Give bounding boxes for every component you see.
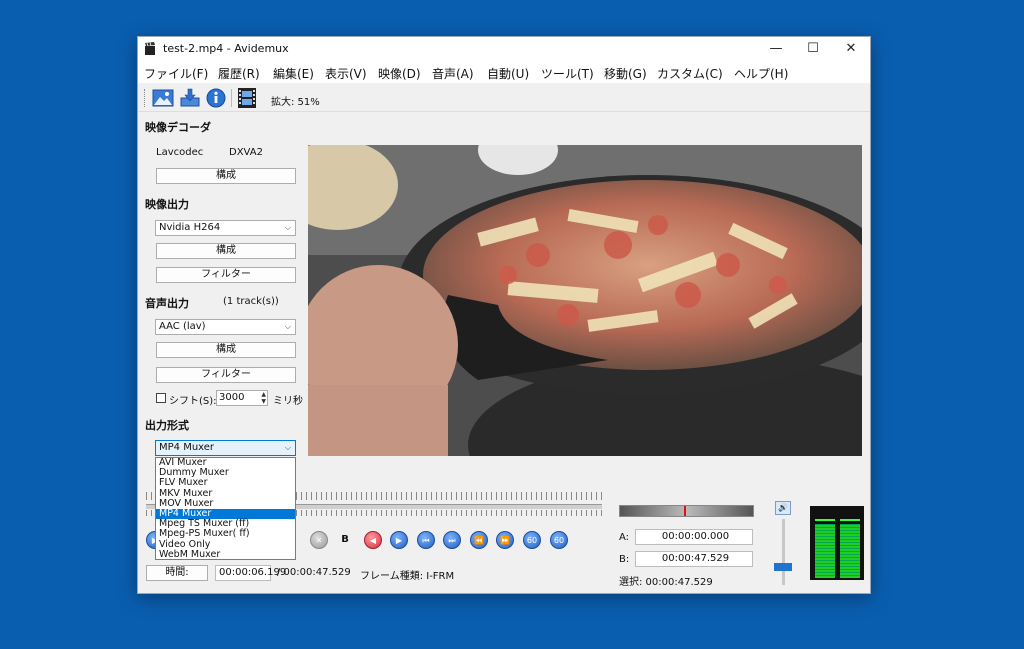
menu-custom[interactable]: カスタム(C) <box>657 65 723 82</box>
toolbar-separator <box>231 89 232 107</box>
time-button[interactable]: 時間: <box>146 565 208 581</box>
dropdown-option-mpeg-ps[interactable]: Mpeg-PS Muxer( ff) <box>156 529 295 539</box>
audio-track-count: (1 track(s)) <box>223 296 279 307</box>
menu-file[interactable]: ファイル(F) <box>144 65 208 82</box>
menu-bar: ファイル(F) 履歴(R) 編集(E) 表示(V) 映像(D) 音声(A) 自動… <box>138 61 870 83</box>
go-to-marker-b-icon[interactable]: ⏭ <box>443 531 461 549</box>
marker-a-label: A: <box>619 532 630 543</box>
decoder-configure-button[interactable]: 構成 <box>156 168 296 184</box>
video-filters-button[interactable]: フィルター <box>156 267 296 283</box>
menu-help[interactable]: ヘルプ(H) <box>734 65 788 82</box>
previous-keyframe-icon[interactable]: ◀ <box>364 531 382 549</box>
go-to-marker-a-icon[interactable]: ⏮ <box>417 531 435 549</box>
avidemux-window: test-2.mp4 - Avidemux — ☐ ✕ ファイル(F) 履歴(R… <box>137 36 871 594</box>
current-time-field[interactable]: 00:00:06.199 <box>215 565 286 581</box>
video-configure-button[interactable]: 構成 <box>156 243 296 259</box>
shift-unit: ミリ秒 <box>273 396 303 407</box>
menu-history[interactable]: 履歴(R) <box>218 65 260 82</box>
menu-edit[interactable]: 編集(E) <box>273 65 314 82</box>
menu-video[interactable]: 映像(D) <box>378 65 421 82</box>
frame-type-label: フレーム種類: I-FRM <box>360 571 455 582</box>
menu-tools[interactable]: ツール(T) <box>541 65 594 82</box>
save-icon[interactable] <box>179 88 201 108</box>
audio-output-title: 音声出力 <box>145 297 189 310</box>
audio-configure-button[interactable]: 構成 <box>156 342 296 358</box>
chevron-down-icon: ⌵ <box>284 322 291 331</box>
video-preview <box>308 145 862 456</box>
forward-60-icon[interactable]: 60 <box>550 531 568 549</box>
mini-scrubber[interactable] <box>619 505 754 517</box>
menu-audio[interactable]: 音声(A) <box>432 65 474 82</box>
spin-arrows-icon[interactable]: ▲ ▼ <box>261 391 266 405</box>
meter-peak-left <box>815 519 835 521</box>
open-image-icon[interactable] <box>152 88 174 108</box>
volume-slider-thumb[interactable] <box>774 563 792 571</box>
close-button[interactable]: ✕ <box>832 37 870 61</box>
shift-value: 3000 <box>219 392 245 403</box>
chevron-down-icon: ⌵ <box>284 223 291 232</box>
shift-spinbox[interactable]: 3000 ▲ ▼ <box>216 390 268 406</box>
output-format-dropdown: AVI Muxer Dummy Muxer FLV Muxer MKV Muxe… <box>155 457 296 560</box>
video-codec-value: Nvidia H264 <box>159 222 221 233</box>
chevron-down-icon: ⌵ <box>284 443 291 452</box>
meter-peak-right <box>840 519 860 521</box>
next-keyframe-icon[interactable]: ▶ <box>390 531 408 549</box>
volume-slider[interactable] <box>782 519 785 585</box>
menu-view[interactable]: 表示(V) <box>325 65 367 82</box>
zoom-label: 拡大: 51% <box>271 97 320 108</box>
back-60-icon[interactable]: 60 <box>523 531 541 549</box>
video-decoder-title: 映像デコーダ <box>145 121 211 134</box>
video-codec-select[interactable]: Nvidia H264 ⌵ <box>155 220 296 236</box>
set-marker-b-button[interactable]: B <box>335 531 355 549</box>
menu-go[interactable]: 移動(G) <box>604 65 647 82</box>
title-bar: test-2.mp4 - Avidemux — ☐ ✕ <box>138 37 870 61</box>
decoder-mode: DXVA2 <box>229 147 263 158</box>
first-frame-icon[interactable]: ⏪ <box>470 531 488 549</box>
menu-auto[interactable]: 自動(U) <box>487 65 529 82</box>
clapperboard-icon <box>145 42 155 55</box>
output-format-title: 出力形式 <box>145 419 189 432</box>
decoder-name: Lavcodec <box>156 147 204 158</box>
audio-filters-button[interactable]: フィルター <box>156 367 296 383</box>
marker-b-field[interactable]: 00:00:47.529 <box>635 551 753 567</box>
scrubber-marker <box>684 506 686 516</box>
audio-codec-select[interactable]: AAC (lav) ⌵ <box>155 319 296 335</box>
last-frame-icon[interactable]: ⏩ <box>496 531 514 549</box>
window-title: test-2.mp4 - Avidemux <box>163 42 289 55</box>
shift-label: シフト(S): <box>169 396 217 407</box>
audio-level-meter <box>810 506 864 580</box>
speaker-icon[interactable]: 🔊 <box>775 501 791 515</box>
shift-checkbox[interactable] <box>156 393 166 403</box>
output-format-value: MP4 Muxer <box>159 442 215 453</box>
toolbar-grip <box>144 89 148 107</box>
audio-codec-value: AAC (lav) <box>159 321 206 332</box>
selection-label: 選択: 00:00:47.529 <box>619 577 713 588</box>
total-time-label: / 00:00:47.529 <box>277 567 351 578</box>
marker-b-label: B: <box>619 554 630 565</box>
dropdown-option-webm[interactable]: WebM Muxer <box>156 549 295 560</box>
maximize-button[interactable]: ☐ <box>794 37 832 61</box>
film-icon[interactable] <box>236 88 258 108</box>
info-icon[interactable] <box>205 88 227 108</box>
stop-icon[interactable]: ✕ <box>310 531 328 549</box>
meter-bar-right <box>840 524 860 578</box>
toolbar: 拡大: 51% <box>138 85 870 112</box>
video-frame-image <box>308 145 862 456</box>
marker-a-field[interactable]: 00:00:00.000 <box>635 529 753 545</box>
meter-bar-left <box>815 524 835 578</box>
video-output-title: 映像出力 <box>145 198 189 211</box>
minimize-button[interactable]: — <box>757 37 795 61</box>
output-format-select[interactable]: MP4 Muxer ⌵ <box>155 440 296 456</box>
